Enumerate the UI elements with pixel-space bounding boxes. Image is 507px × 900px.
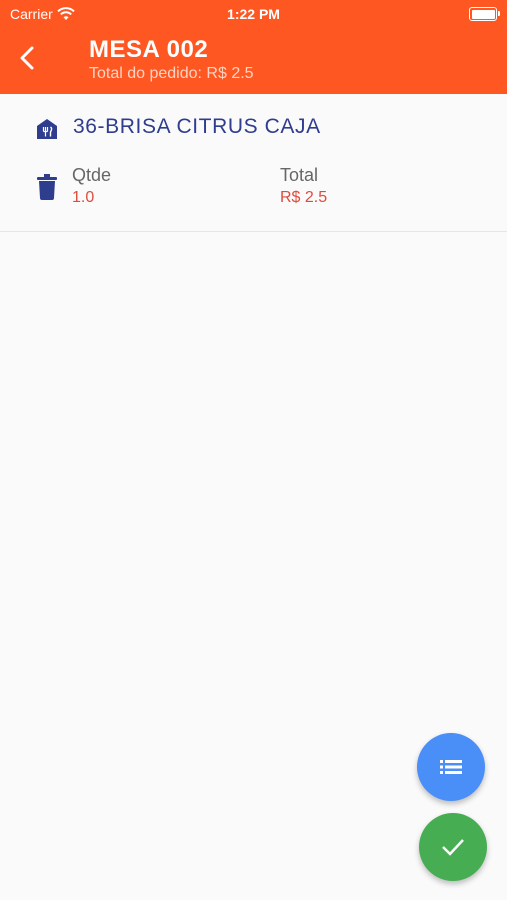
trash-icon[interactable] [37,174,57,200]
order-total-subtitle: Total do pedido: R$ 2.5 [89,65,254,82]
app-bar: Carrier 1:22 PM MESA 002 Total do pedido… [0,0,507,94]
qtde-label: Qtde [72,165,112,185]
confirm-fab-button[interactable] [419,813,487,881]
total-value: R$ 2.5 [280,189,328,206]
qtde-value: 1.0 [72,189,95,206]
order-item-row: 36-BRISA CITRUS CAJA Qtde 1.0 Total R$ 2… [0,94,507,232]
check-icon [442,839,464,856]
list-icon [440,760,462,774]
page-title: MESA 002 [89,36,209,63]
back-arrow-icon[interactable] [14,44,42,72]
status-bar: Carrier 1:22 PM [0,0,507,28]
list-fab-button[interactable] [417,733,485,801]
total-label: Total [280,165,319,185]
header-titles: MESA 002 Total do pedido: R$ 2.5 [89,36,254,83]
status-time: 1:22 PM [227,6,280,22]
battery-icon [469,7,500,21]
restaurant-icon [37,119,57,139]
product-name: 36-BRISA CITRUS CAJA [73,115,321,138]
